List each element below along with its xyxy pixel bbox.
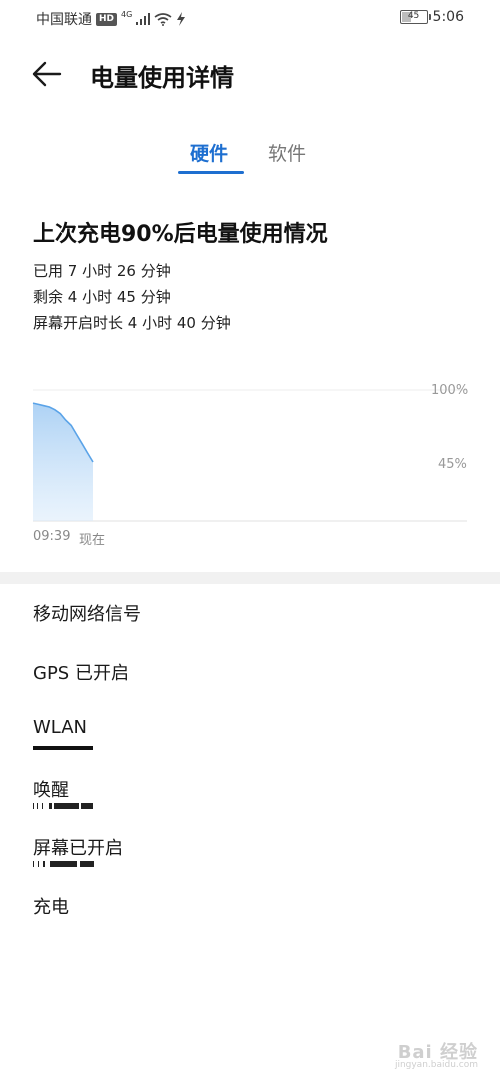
page-title: 电量使用详情 xyxy=(90,64,234,92)
summary-title: 上次充电90%后电量使用情况 xyxy=(33,222,328,247)
battery-chart-svg xyxy=(32,389,467,522)
baidu-watermark: Bai 经验 jingyan.baidu.com xyxy=(395,1038,478,1070)
summary-remaining: 剩余 4 小时 45 分钟 xyxy=(33,288,171,306)
x-label-now: 现在 xyxy=(79,533,106,548)
hd-icon: HD xyxy=(96,12,118,26)
battery-area xyxy=(33,403,93,521)
list-item-mobile-signal[interactable]: 移动网络信号 xyxy=(33,600,141,626)
battery-chart: 100% 45% 09:39 现在 xyxy=(0,375,500,555)
battery-level: 45 xyxy=(407,11,420,21)
list-item-wlan[interactable]: WLAN xyxy=(33,717,87,738)
y-tick-100: 100% xyxy=(431,383,469,398)
status-right: 45 5:06 xyxy=(399,9,464,25)
watermark-sub: jingyan.baidu.com xyxy=(394,1060,478,1070)
list-item-wake[interactable]: 唤醒 xyxy=(33,776,69,802)
signal-icon xyxy=(136,13,151,25)
back-button[interactable] xyxy=(30,58,66,90)
y-tick-45: 45% xyxy=(438,457,467,472)
app-header: 电量使用详情 xyxy=(0,50,500,98)
tab-hardware[interactable]: 硬件 xyxy=(190,139,228,166)
battery-icon: 45 xyxy=(399,10,431,24)
clock: 5:06 xyxy=(432,9,464,25)
section-divider xyxy=(0,572,500,584)
tab-software[interactable]: 软件 xyxy=(268,139,306,166)
tab-bar: 硬件 软件 xyxy=(0,135,500,175)
wifi-icon xyxy=(154,12,172,26)
network-type: 4G xyxy=(121,9,133,19)
wake-timeline xyxy=(33,803,95,809)
screen-on-timeline xyxy=(33,861,95,867)
list-item-charging[interactable]: 充电 xyxy=(33,893,69,919)
wlan-timeline xyxy=(33,746,93,750)
tab-indicator xyxy=(178,171,244,174)
x-label-start: 09:39 xyxy=(33,529,71,544)
summary-screen-on: 屏幕开启时长 4 小时 40 分钟 xyxy=(33,314,231,332)
summary-used: 已用 7 小时 26 分钟 xyxy=(33,262,171,280)
list-item-gps[interactable]: GPS 已开启 xyxy=(33,659,129,685)
list-item-screen-on[interactable]: 屏幕已开启 xyxy=(33,834,123,860)
status-bar: 中国联通 HD 4G 45 5:06 xyxy=(0,0,500,36)
arrow-left-icon xyxy=(32,61,62,87)
status-left: 中国联通 HD 4G xyxy=(36,9,186,29)
lightning-icon xyxy=(177,12,186,26)
carrier-name: 中国联通 xyxy=(36,12,92,28)
